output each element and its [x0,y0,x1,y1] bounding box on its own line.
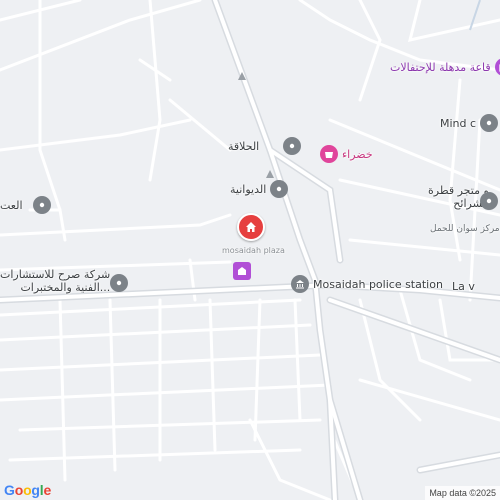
poi-hall-label: قاعة مدهلة للإحتفالات [390,60,491,74]
location-icon [283,137,302,155]
police-icon [291,275,309,293]
google-logo-g2: g [31,482,40,498]
google-logo-o1: o [14,482,24,498]
bag-icon [494,58,500,76]
poi-sawwan[interactable]: مركز سوان للحمل [430,224,500,234]
poi-police-station[interactable]: Mosaidah police station [291,275,443,293]
poi-purple-building[interactable] [233,262,251,280]
poi-faded: mosaidah plaza [222,246,285,255]
location-icon [110,274,128,292]
poi-mind-label: Mind c [440,116,477,130]
poi-left-edge[interactable]: العت [0,196,51,214]
poi-khadra[interactable]: خضراء [320,145,373,163]
location-icon [480,192,498,210]
poi-la-label: La v [452,280,475,293]
poi-left-edge-label: العت [0,198,23,212]
poi-sarh[interactable]: شركة صرح للاستشارات الفنية والمختبرات... [0,268,110,294]
poi-sawwan-label: مركز سوان للحمل [430,224,500,234]
poi-mind[interactable]: Mind c [440,114,499,132]
poi-sarh-pin[interactable] [110,274,128,292]
building-icon [233,262,251,280]
poi-barber[interactable]: الحلاقة [228,137,302,155]
poi-khadra-label: خضراء [342,147,373,161]
location-icon [32,196,51,214]
location-icon [270,180,289,198]
map-view[interactable]: قاعة مدهلة للإحتفالات Mind c الحلاقة خضر… [0,0,500,500]
poi-barber-label: الحلاقة [228,139,260,153]
poi-store-pin[interactable] [480,192,498,210]
home-icon [237,213,265,241]
google-logo-g1: G [4,482,15,498]
poi-diwaniya-label: الديوانية [230,182,267,196]
google-logo: Google [4,482,51,498]
poi-home[interactable] [237,213,265,241]
poi-la[interactable]: La v [452,280,475,293]
poi-hall[interactable]: قاعة مدهلة للإحتفالات [390,58,500,76]
shop-icon [320,145,338,163]
poi-police-station-label: Mosaidah police station [313,277,443,291]
google-logo-e: e [43,482,52,498]
poi-sarh-sub: الفنية والمختبرات... [20,281,111,294]
poi-sarh-label: شركة صرح للاستشارات [0,268,111,281]
map-attribution[interactable]: Map data ©2025 [425,486,500,500]
poi-faded-label: mosaidah plaza [222,246,285,255]
location-icon [480,114,499,132]
poi-diwaniya[interactable]: الديوانية [230,180,289,198]
